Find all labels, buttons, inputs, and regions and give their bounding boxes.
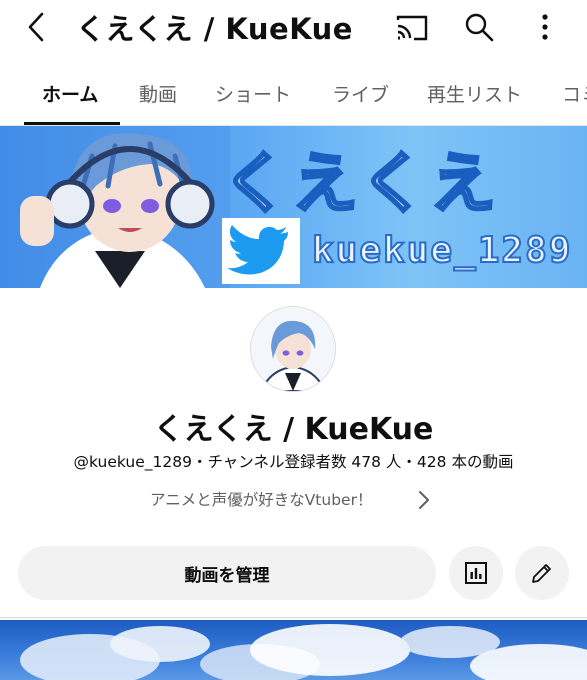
page-title: くえくえ / KueKue — [76, 12, 353, 46]
channel-description[interactable]: アニメと声優が好きなVtuber！ — [150, 488, 372, 510]
featured-video-thumbnail[interactable] — [0, 620, 587, 680]
search-icon[interactable] — [463, 11, 495, 47]
channel-meta: @kuekue_1289・チャンネル登録者数 478 人・428 本の動画 — [73, 453, 514, 471]
tab-shorts[interactable]: ショート — [215, 80, 291, 107]
section-divider — [0, 617, 587, 618]
top-app-bar: くえくえ / KueKue — [0, 0, 587, 58]
sky-clouds-image — [20, 624, 587, 680]
manage-videos-button[interactable]: 動画を管理 — [18, 546, 436, 600]
cast-icon[interactable] — [394, 12, 430, 46]
channel-avatar[interactable] — [250, 306, 336, 392]
channel-banner: くえくえ kuekue_1289 — [0, 126, 587, 288]
back-icon[interactable] — [22, 10, 52, 44]
twitter-bird-icon — [222, 218, 300, 284]
tab-playlists[interactable]: 再生リスト — [427, 80, 522, 107]
tab-videos[interactable]: 動画 — [139, 80, 177, 107]
banner-title: くえくえ — [220, 144, 501, 224]
character-illustration — [0, 126, 230, 288]
channel-tabs: ホーム 動画 ショート ライブ 再生リスト コミ — [0, 70, 587, 126]
more-vert-icon[interactable] — [535, 12, 555, 46]
tab-community[interactable]: コミ — [562, 80, 587, 107]
analytics-icon — [465, 562, 487, 584]
tab-home[interactable]: ホーム — [42, 80, 98, 107]
chevron-right-icon[interactable] — [416, 488, 432, 512]
tab-live[interactable]: ライブ — [332, 80, 389, 107]
edit-channel-button[interactable] — [515, 546, 569, 600]
banner-handle: kuekue_1289 — [311, 229, 573, 272]
channel-name: くえくえ / KueKue — [153, 412, 434, 447]
analytics-button[interactable] — [449, 546, 503, 600]
edit-pencil-icon — [532, 564, 551, 583]
